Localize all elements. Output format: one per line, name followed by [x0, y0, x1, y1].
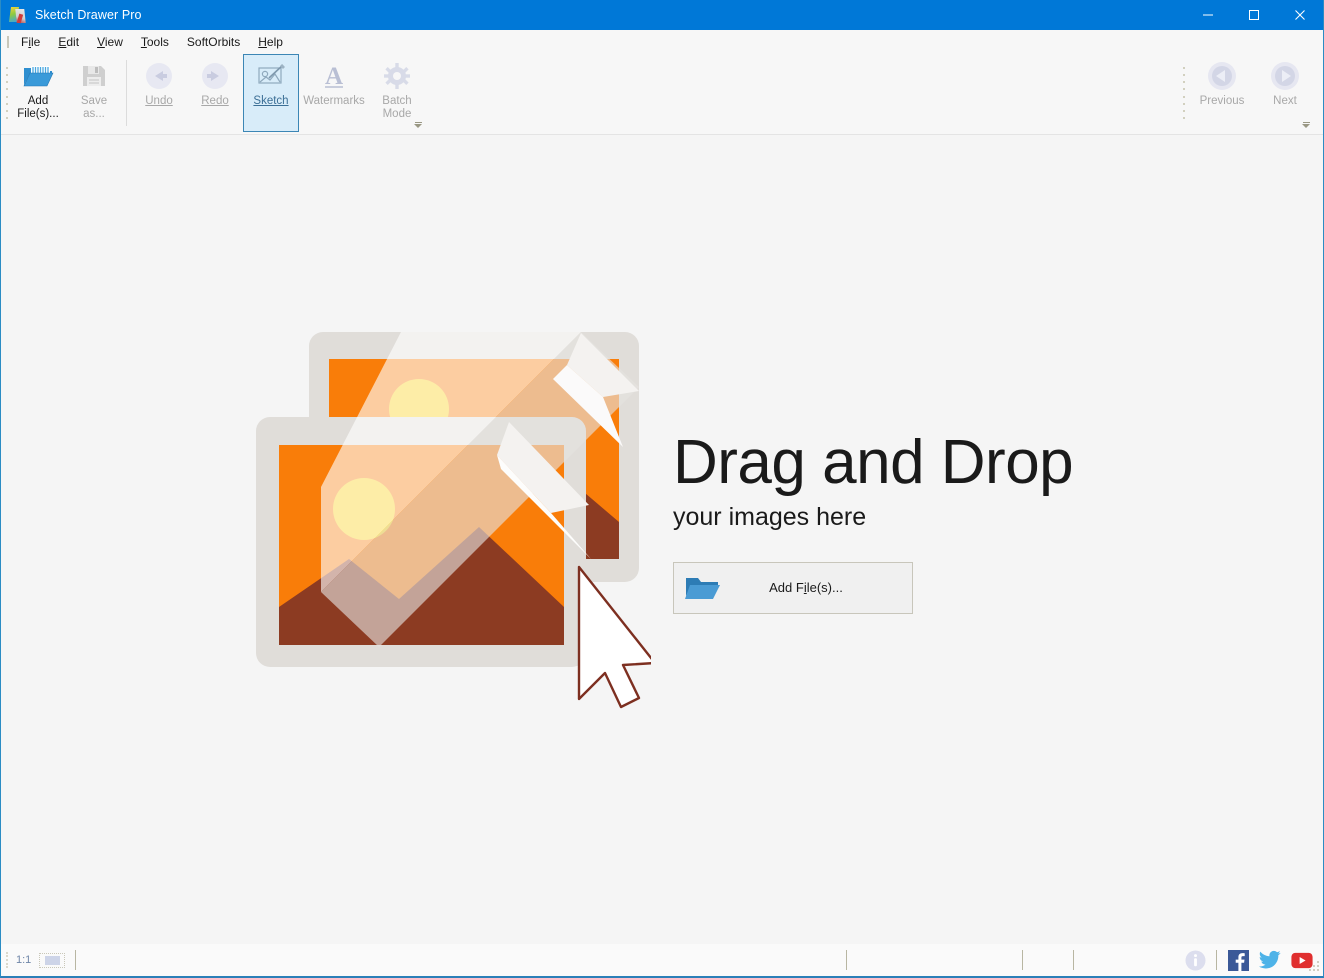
- minimize-icon[interactable]: [1185, 0, 1231, 30]
- label-text: Next: [1273, 95, 1297, 107]
- folder-icon: [674, 575, 730, 601]
- toolbar-gripper-icon[interactable]: [3, 54, 10, 132]
- open-folder-icon: [21, 59, 55, 93]
- menu-gripper-icon[interactable]: [5, 34, 12, 50]
- menu-label-post: dit: [66, 35, 79, 49]
- toolbar-label-undo: Undo: [145, 95, 173, 108]
- label-text: Watermarks: [303, 95, 365, 107]
- menu-label-post: ools: [147, 35, 169, 49]
- app-logo-icon: [9, 6, 27, 24]
- toolbar-button-undo[interactable]: Undo: [131, 54, 187, 132]
- label-text: Add File(s)...: [17, 95, 59, 120]
- menu-bar: File Edit View Tools SoftOrbits Help: [1, 30, 1323, 54]
- toolbar-overflow-icon[interactable]: [413, 116, 423, 128]
- preview-thumbnail-icon[interactable]: [39, 953, 65, 968]
- title-bar[interactable]: Sketch Drawer Pro: [1, 0, 1323, 30]
- redo-arrow-icon: [198, 59, 232, 93]
- status-divider: [1022, 950, 1023, 970]
- sketch-pencil-icon: [254, 59, 288, 93]
- gear-icon: [380, 59, 414, 93]
- toolbar-label-save-as: Save as...: [81, 95, 107, 121]
- floppy-disk-icon: [77, 59, 111, 93]
- facebook-icon[interactable]: [1227, 949, 1249, 971]
- toolbar-button-redo[interactable]: Redo: [187, 54, 243, 132]
- right-circle-arrow-icon: [1268, 59, 1302, 93]
- toolbar-label-add-files: Add File(s)...: [17, 95, 59, 121]
- toolbar-button-add-files[interactable]: Add File(s)...: [10, 54, 66, 132]
- menu-item-edit[interactable]: Edit: [49, 32, 88, 52]
- add-files-button-label: Add File(s)...: [730, 580, 912, 595]
- undo-arrow-icon: [142, 59, 176, 93]
- label-text: Sketch: [253, 95, 288, 107]
- toolbar-button-previous[interactable]: Previous: [1187, 54, 1257, 132]
- letter-a-icon: A: [317, 59, 351, 93]
- label-text: Undo: [145, 95, 173, 107]
- toolbar-button-watermarks[interactable]: A Watermarks: [299, 54, 369, 132]
- toolbar-separator: [126, 60, 127, 126]
- svg-text:A: A: [325, 63, 343, 90]
- label-text: Redo: [201, 95, 229, 107]
- status-divider: [1073, 950, 1074, 970]
- resize-grip-icon[interactable]: [1309, 961, 1320, 972]
- label-text: Save as...: [81, 95, 107, 120]
- status-gripper-icon: [4, 950, 10, 970]
- canvas-dropzone[interactable]: Drag and Drop your images here Add File(…: [1, 135, 1323, 944]
- social-icons-group: [1184, 949, 1323, 971]
- status-divider: [1216, 950, 1217, 970]
- window-controls: [1185, 0, 1323, 30]
- menu-label-post: iew: [105, 35, 123, 49]
- toolbar-nav-overflow-icon[interactable]: [1301, 116, 1311, 128]
- label-post: le(s)...: [807, 580, 843, 595]
- menu-label-post: le: [31, 35, 40, 49]
- application-window: Sketch Drawer Pro File Edit View Tools S…: [0, 0, 1324, 978]
- toolbar-label-watermarks: Watermarks: [303, 95, 365, 108]
- toolbar-button-sketch[interactable]: Sketch: [243, 54, 299, 132]
- toolbar-group-main: Add File(s)... Save as...: [3, 54, 425, 132]
- menu-label-post: elp: [267, 35, 283, 49]
- label-text: Previous: [1200, 95, 1245, 107]
- dropzone-content: Drag and Drop your images here Add File(…: [251, 327, 1073, 717]
- menu-item-help[interactable]: Help: [249, 32, 292, 52]
- menu-item-file[interactable]: File: [12, 32, 49, 52]
- toolbar-label-previous: Previous: [1200, 95, 1245, 108]
- toolbar-group-navigation: Previous Next: [1180, 54, 1313, 132]
- toolbar-label-next: Next: [1273, 95, 1297, 108]
- label-text: Batch Mode: [382, 95, 411, 120]
- menu-label-accel: H: [258, 35, 267, 49]
- toolbar-label-batch-mode: Batch Mode: [382, 95, 411, 121]
- dropzone-text: Drag and Drop your images here Add File(…: [673, 430, 1073, 614]
- toolbar-button-save-as[interactable]: Save as...: [66, 54, 122, 132]
- maximize-icon[interactable]: [1231, 0, 1277, 30]
- toolbar-label-redo: Redo: [201, 95, 229, 108]
- status-divider: [846, 950, 847, 970]
- menu-item-view[interactable]: View: [88, 32, 132, 52]
- menu-item-softorbits[interactable]: SoftOrbits: [178, 32, 249, 52]
- info-icon[interactable]: [1184, 949, 1206, 971]
- dropzone-subtitle: your images here: [673, 502, 1073, 532]
- toolbar: Add File(s)... Save as...: [1, 54, 1323, 135]
- left-circle-arrow-icon: [1205, 59, 1239, 93]
- status-bar: 1:1: [1, 944, 1323, 976]
- zoom-ratio-label: 1:1: [16, 954, 31, 966]
- close-icon[interactable]: [1277, 0, 1323, 30]
- twitter-icon[interactable]: [1259, 949, 1281, 971]
- menu-item-tools[interactable]: Tools: [132, 32, 178, 52]
- add-files-button[interactable]: Add File(s)...: [673, 562, 913, 614]
- status-divider: [75, 950, 76, 970]
- menu-label: SoftOrbits: [187, 35, 240, 49]
- dropzone-title: Drag and Drop: [673, 430, 1073, 496]
- toolbar-label-sketch: Sketch: [253, 95, 288, 108]
- window-title: Sketch Drawer Pro: [35, 8, 1185, 22]
- toolbar-nav-gripper-icon[interactable]: [1180, 54, 1187, 132]
- label-pre: Add F: [769, 580, 804, 595]
- two-photos-with-cursor-illustration: [251, 327, 651, 717]
- menu-label-accel: V: [97, 35, 105, 49]
